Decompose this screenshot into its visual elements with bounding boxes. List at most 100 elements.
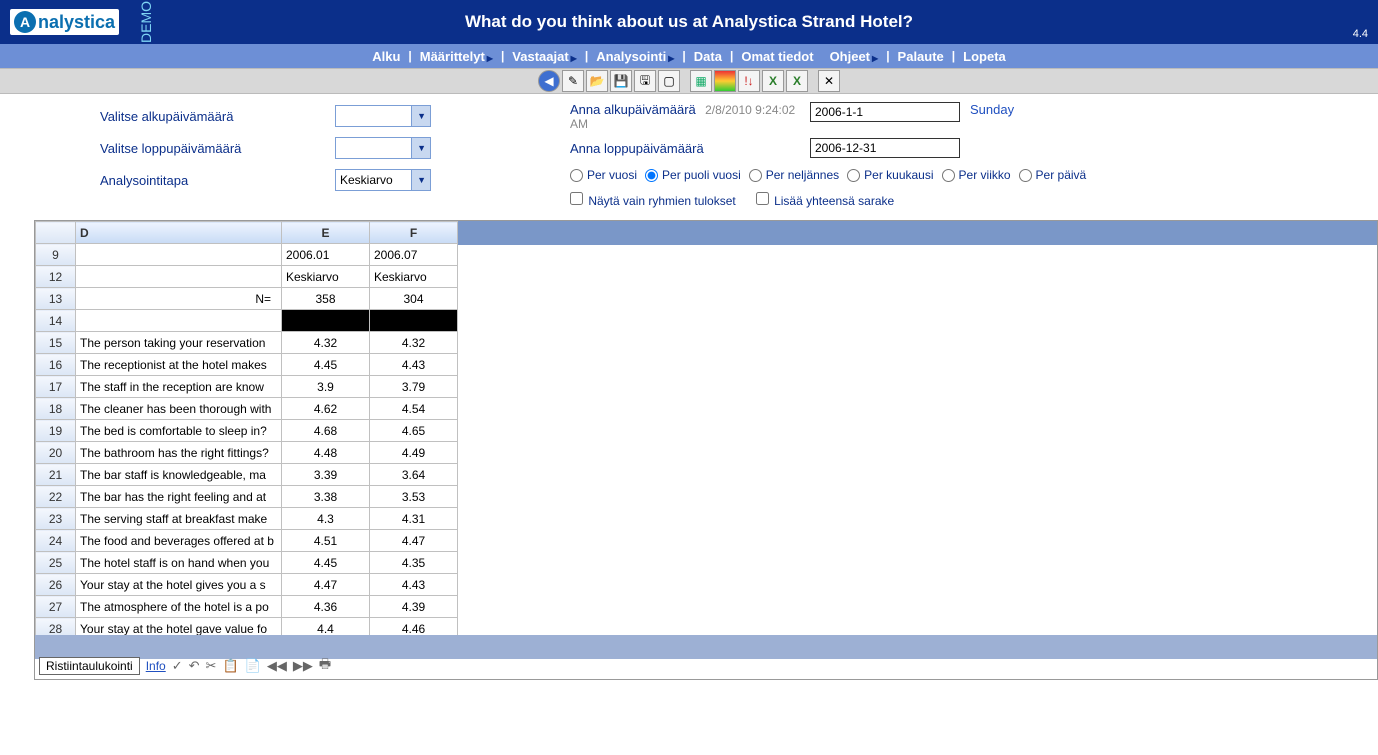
cell-d[interactable]: The bar staff is knowledgeable, ma (76, 464, 282, 486)
cell-f[interactable]: 4.47 (370, 530, 458, 552)
data-grid[interactable]: D E F 92006.012006.0712KeskiarvoKeskiarv… (35, 221, 458, 640)
cell-e[interactable]: 4.47 (282, 574, 370, 596)
table-icon[interactable]: ▦ (690, 70, 712, 92)
back-icon[interactable]: ◀ (538, 70, 560, 92)
table-row[interactable]: 24The food and beverages offered at b4.5… (36, 530, 458, 552)
first-icon[interactable]: ◀◀ (267, 658, 287, 674)
menu-omat-tiedot[interactable]: Omat tiedot (733, 49, 821, 64)
cell-e[interactable]: 2006.01 (282, 244, 370, 266)
excel2-icon[interactable]: X (786, 70, 808, 92)
table-row[interactable]: 17The staff in the reception are know3.9… (36, 376, 458, 398)
excel-icon[interactable]: X (762, 70, 784, 92)
row-header[interactable]: 21 (36, 464, 76, 486)
cell-f[interactable]: 4.39 (370, 596, 458, 618)
cell-f[interactable]: 4.43 (370, 354, 458, 376)
column-header-e[interactable]: E (282, 222, 370, 244)
cell-f[interactable] (370, 310, 458, 332)
radio-per-vuosi[interactable]: Per vuosi (570, 168, 637, 182)
menu-palaute[interactable]: Palaute (890, 49, 952, 64)
radio-per-viikko[interactable]: Per viikko (942, 168, 1011, 182)
radio-per-puoli-vuosi[interactable]: Per puoli vuosi (645, 168, 741, 182)
cell-e[interactable]: 4.36 (282, 596, 370, 618)
row-header[interactable]: 18 (36, 398, 76, 420)
cell-f[interactable]: 4.32 (370, 332, 458, 354)
menu-vastaajat[interactable]: Vastaajat (504, 49, 585, 64)
undo-icon[interactable]: ↶ (189, 658, 200, 674)
cell-f[interactable]: 4.35 (370, 552, 458, 574)
radio-per-kuukausi[interactable]: Per kuukausi (847, 168, 933, 182)
copy-icon[interactable]: 📋 (222, 658, 238, 674)
table-row[interactable]: 19The bed is comfortable to sleep in?4.6… (36, 420, 458, 442)
cell-f[interactable]: 3.64 (370, 464, 458, 486)
menu-maarittelyt[interactable]: Määrittelyt (412, 49, 501, 64)
table-row[interactable]: 13N=358304 (36, 288, 458, 310)
last-icon[interactable]: ▶▶ (293, 658, 313, 674)
table-row[interactable]: 20The bathroom has the right fittings?4.… (36, 442, 458, 464)
table-row[interactable]: 25The hotel staff is on hand when you4.4… (36, 552, 458, 574)
paste-icon[interactable]: 📄 (245, 658, 261, 674)
cell-d[interactable]: The serving staff at breakfast make (76, 508, 282, 530)
menu-data[interactable]: Data (686, 49, 730, 64)
radio-per-neljannes[interactable]: Per neljännes (749, 168, 839, 182)
menu-alku[interactable]: Alku (364, 49, 408, 64)
table-row[interactable]: 23The serving staff at breakfast make4.3… (36, 508, 458, 530)
cell-f[interactable]: Keskiarvo (370, 266, 458, 288)
cell-f[interactable]: 3.53 (370, 486, 458, 508)
check-icon[interactable]: ✓ (172, 658, 183, 674)
row-header[interactable]: 9 (36, 244, 76, 266)
start-date-input[interactable] (810, 102, 960, 122)
cell-e[interactable]: 4.51 (282, 530, 370, 552)
cell-f[interactable]: 4.54 (370, 398, 458, 420)
tab-info[interactable]: Info (146, 659, 166, 673)
cell-e[interactable]: 4.32 (282, 332, 370, 354)
table-row[interactable]: 9 2006.012006.07 (36, 244, 458, 266)
cell-d[interactable] (76, 310, 282, 332)
row-header[interactable]: 17 (36, 376, 76, 398)
cell-e[interactable]: 3.39 (282, 464, 370, 486)
new-icon[interactable]: ✎ (562, 70, 584, 92)
table-row[interactable]: 18The cleaner has been thorough with4.62… (36, 398, 458, 420)
cell-e[interactable]: 4.62 (282, 398, 370, 420)
cell-d[interactable] (76, 244, 282, 266)
table-row[interactable]: 14 (36, 310, 458, 332)
cut-icon[interactable]: ✂ (206, 658, 217, 674)
row-header[interactable]: 13 (36, 288, 76, 310)
check-group-results[interactable]: Näytä vain ryhmien tulokset (570, 192, 736, 208)
cell-d[interactable]: The bathroom has the right fittings? (76, 442, 282, 464)
tab-ristiintaulukointi[interactable]: Ristiintaulukointi (39, 657, 140, 675)
save-icon[interactable]: 💾 (610, 70, 632, 92)
cell-d[interactable]: The person taking your reservation (76, 332, 282, 354)
cell-d[interactable]: The hotel staff is on hand when you (76, 552, 282, 574)
cell-f[interactable]: 3.79 (370, 376, 458, 398)
cell-e[interactable]: 3.9 (282, 376, 370, 398)
cell-f[interactable]: 4.43 (370, 574, 458, 596)
menu-analysointi[interactable]: Analysointi (588, 49, 682, 64)
print-icon[interactable]: 🖶 (319, 655, 331, 677)
check-total-column[interactable]: Lisää yhteensä sarake (756, 192, 894, 208)
row-header[interactable]: 15 (36, 332, 76, 354)
saveas-icon[interactable]: 🖫 (634, 70, 656, 92)
table-row[interactable]: 12KeskiarvoKeskiarvo (36, 266, 458, 288)
cell-e[interactable]: 3.38 (282, 486, 370, 508)
stacked-icon[interactable] (714, 70, 736, 92)
cell-e[interactable]: 4.68 (282, 420, 370, 442)
row-header[interactable]: 19 (36, 420, 76, 442)
cell-d[interactable]: The food and beverages offered at b (76, 530, 282, 552)
cell-d[interactable]: The bed is comfortable to sleep in? (76, 420, 282, 442)
cell-e[interactable] (282, 310, 370, 332)
cell-f[interactable]: 4.65 (370, 420, 458, 442)
cell-e[interactable]: 4.45 (282, 354, 370, 376)
table-row[interactable]: 26Your stay at the hotel gives you a s4.… (36, 574, 458, 596)
end-date-select[interactable]: ▼ (335, 137, 431, 159)
row-header[interactable]: 22 (36, 486, 76, 508)
end-date-input[interactable] (810, 138, 960, 158)
cell-d[interactable]: The receptionist at the hotel makes (76, 354, 282, 376)
cell-d[interactable] (76, 266, 282, 288)
row-header[interactable]: 26 (36, 574, 76, 596)
row-header[interactable]: 20 (36, 442, 76, 464)
cell-f[interactable]: 2006.07 (370, 244, 458, 266)
start-date-select[interactable]: ▼ (335, 105, 431, 127)
cell-e[interactable]: 4.45 (282, 552, 370, 574)
row-header[interactable]: 16 (36, 354, 76, 376)
open-icon[interactable]: 📂 (586, 70, 608, 92)
